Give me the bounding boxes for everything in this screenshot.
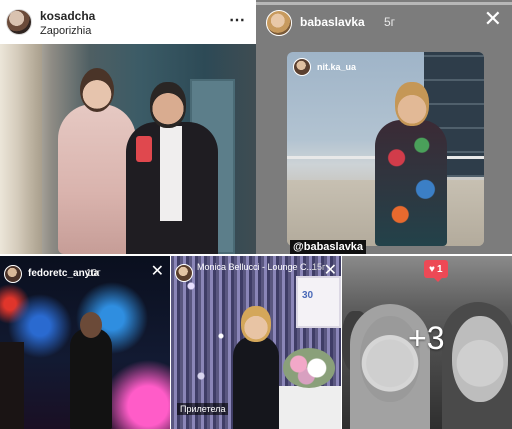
avatar[interactable] (266, 10, 292, 36)
man-shirt (160, 126, 182, 221)
avatar[interactable] (6, 9, 32, 35)
woman-floral-suit (375, 120, 447, 246)
heart-icon: ♥ (429, 263, 435, 275)
man-head (150, 82, 186, 128)
guitarist-figure (0, 342, 24, 429)
curtain (0, 44, 42, 254)
story-progress-bar (256, 2, 512, 5)
table (275, 386, 341, 429)
singer-head (80, 312, 102, 338)
reposted-story-card[interactable]: nit.ka_ua (287, 52, 484, 246)
singer-figure (70, 328, 112, 429)
like-count: 1 (436, 263, 443, 275)
close-icon[interactable]: ✕ (324, 263, 337, 279)
story-time: 10г (86, 268, 101, 279)
flower-bouquet (283, 348, 335, 388)
story-username[interactable]: babaslavka (300, 15, 365, 29)
like-notification-badge: ♥ 1 (424, 260, 448, 282)
close-icon[interactable]: ✕ (151, 264, 164, 280)
frame-number: 30 (302, 290, 314, 301)
mention-sticker[interactable]: @babaslavka (290, 240, 367, 254)
instagram-post[interactable]: kosadcha Zaporizhia ⋯ (0, 0, 256, 254)
avatar[interactable] (4, 265, 22, 283)
reposted-username[interactable]: nit.ka_ua (317, 62, 356, 72)
story-babaslavka[interactable]: babaslavka 5г ✕ nit.ka_ua @babaslavka (256, 0, 512, 254)
post-username[interactable]: kosadcha (40, 9, 95, 23)
more-count[interactable]: +3 (408, 320, 444, 357)
avatar[interactable] (293, 58, 311, 76)
story-time: 5г (384, 15, 396, 29)
woman-head (80, 68, 114, 112)
photo-frame (296, 276, 341, 328)
more-photos-tile[interactable]: ♥ 1 +3 (342, 256, 512, 429)
woman-figure (58, 104, 136, 254)
avatar[interactable] (175, 264, 193, 282)
woman-head (395, 82, 429, 126)
story-concert[interactable]: fedoretc_anyta 10г ✕ (0, 256, 170, 429)
woman-face (452, 316, 508, 402)
story-location[interactable]: Monica Bellucci - Lounge C... (197, 262, 317, 272)
red-phone (136, 136, 152, 162)
close-icon[interactable]: ✕ (484, 8, 502, 30)
post-header: kosadcha Zaporizhia ⋯ (0, 0, 256, 44)
more-options-icon[interactable]: ⋯ (229, 10, 246, 30)
post-location[interactable]: Zaporizhia (40, 25, 91, 37)
post-photo[interactable] (0, 44, 256, 254)
story-party[interactable]: 30 Monica Bellucci - Lounge C... 15г ✕ П… (171, 256, 341, 429)
woman-head (241, 306, 271, 342)
story-caption: Прилетела (177, 403, 229, 415)
woman-figure (233, 336, 279, 429)
